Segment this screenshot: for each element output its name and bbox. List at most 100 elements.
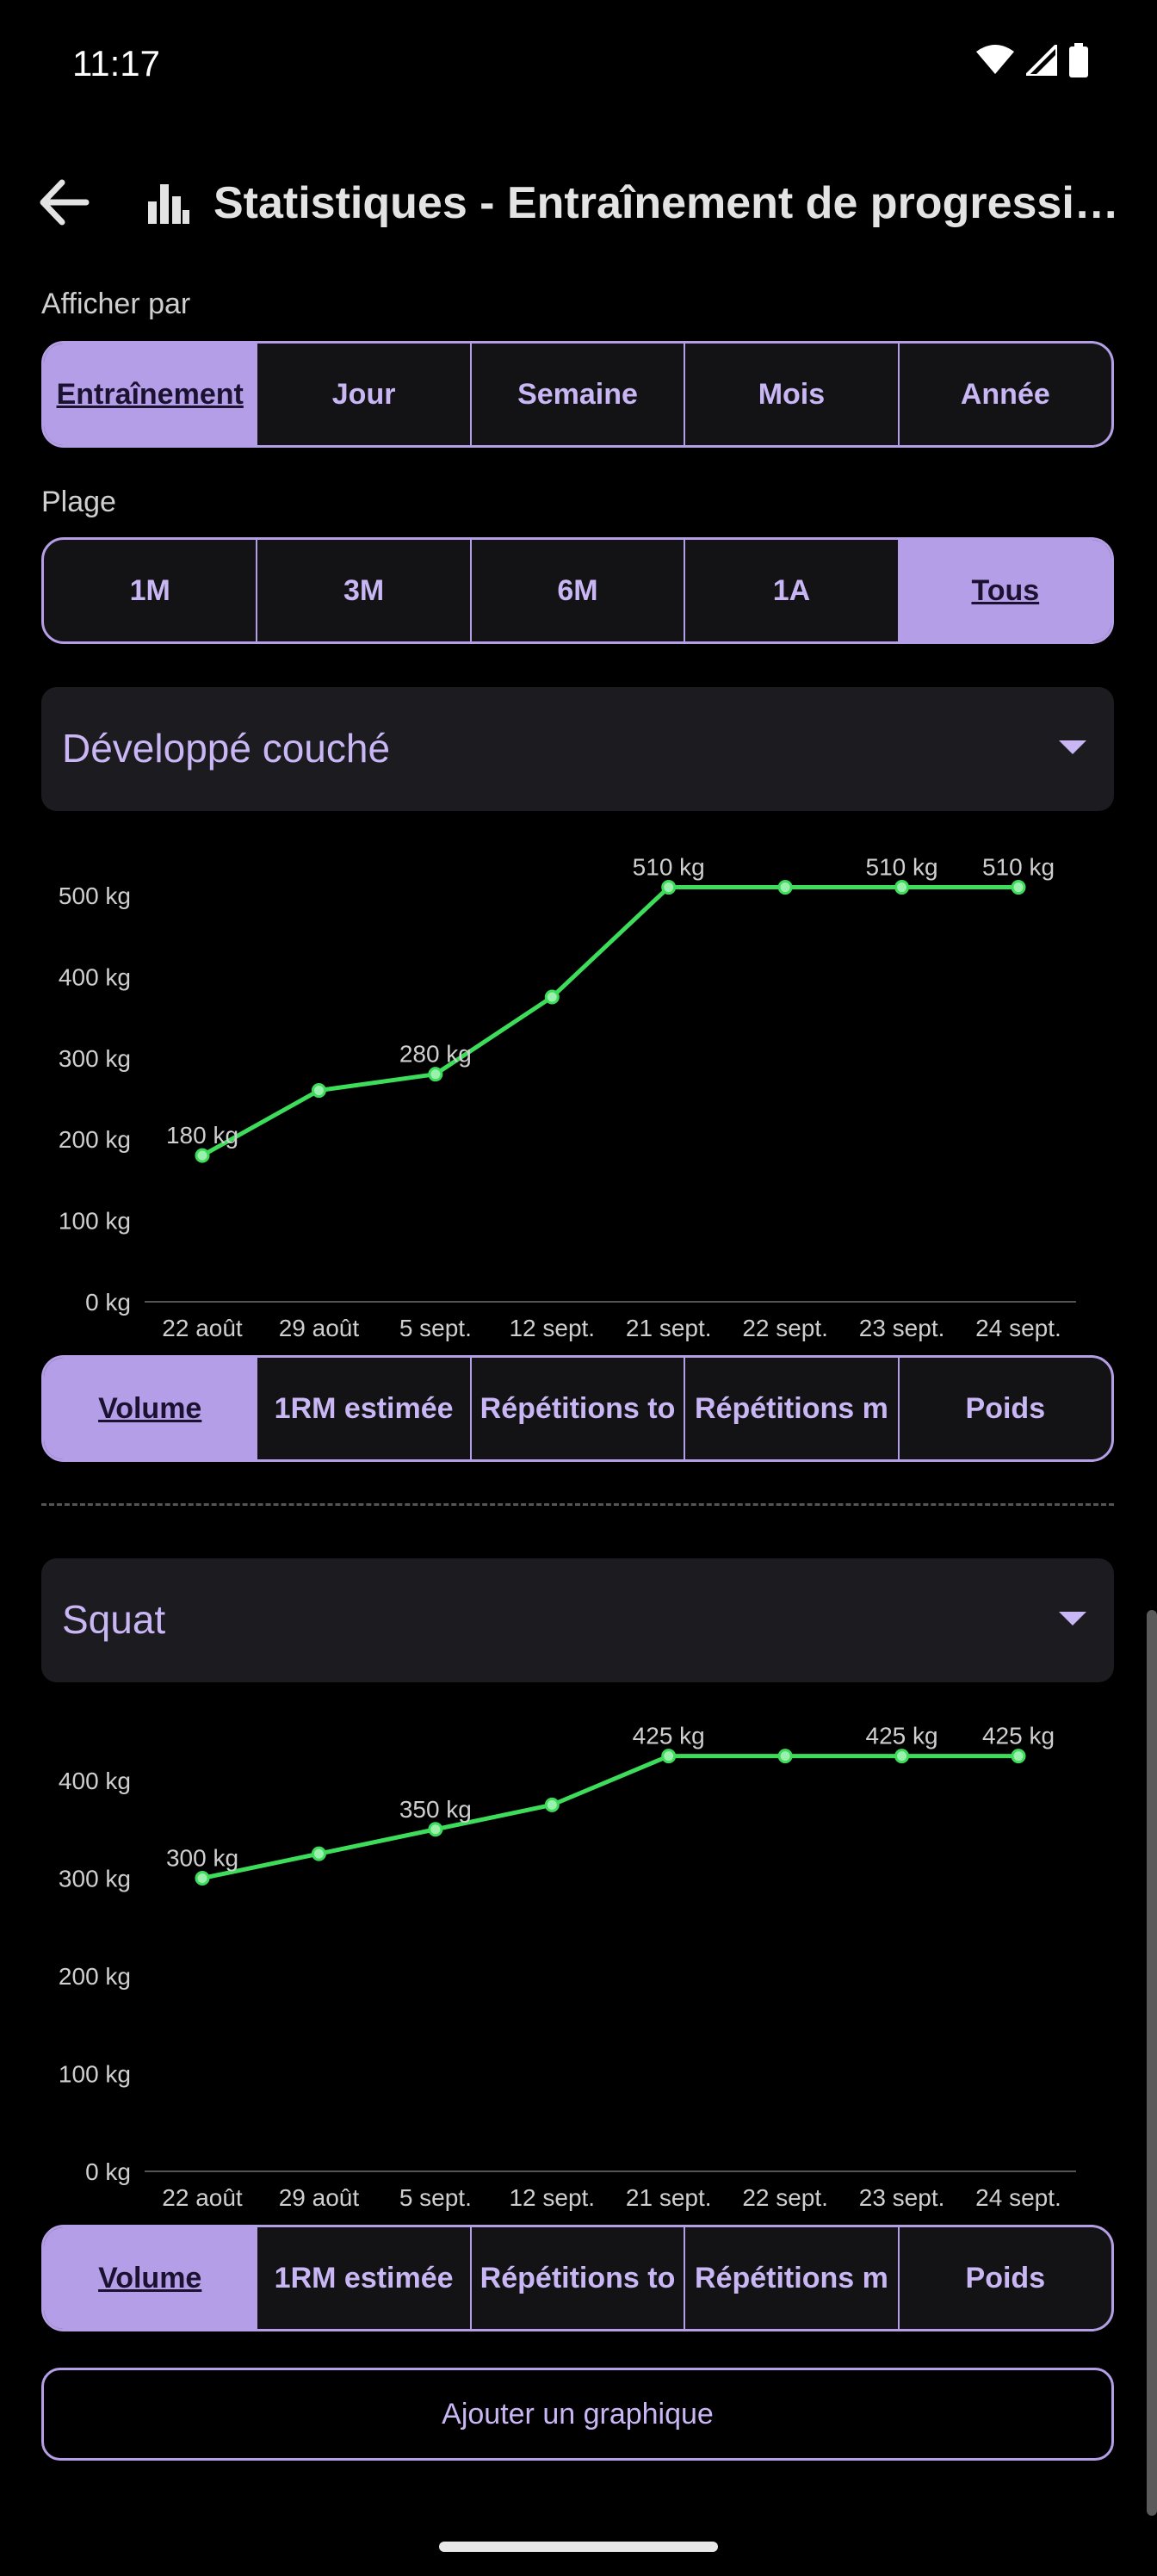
metric-option-reps-total[interactable]: Répétitions to <box>469 2227 684 2329</box>
metric-option-poids[interactable]: Poids <box>897 2227 1111 2329</box>
x-tick-label: 12 sept. <box>509 2184 595 2211</box>
view-by-label: Afficher par <box>41 288 191 320</box>
x-tick-label: 23 sept. <box>859 1315 945 1341</box>
data-point <box>195 1871 210 1886</box>
y-tick-label: 300 kg <box>59 1045 131 1072</box>
metric-option-volume[interactable]: Volume <box>44 2227 257 2329</box>
view-by-option-entrainement[interactable]: Entraînement <box>44 344 257 445</box>
data-label: 510 kg <box>866 854 938 881</box>
x-tick-label: 22 août <box>162 2184 243 2211</box>
home-indicator[interactable] <box>439 2542 718 2552</box>
metric-option-reps-max[interactable]: Répétitions m <box>684 2227 897 2329</box>
x-tick-label: 29 août <box>279 1315 360 1341</box>
back-arrow-icon[interactable] <box>34 172 95 232</box>
view-by-segmented: Entraînement Jour Semaine Mois Année <box>41 341 1114 448</box>
exercise-dropdown-2-value: Squat <box>62 1597 166 1642</box>
app-bar: Statistiques - Entraînement de progressi… <box>0 146 1157 258</box>
metric-option-poids[interactable]: Poids <box>897 1358 1111 1459</box>
metric-option-volume[interactable]: Volume <box>44 1358 257 1459</box>
x-tick-label: 23 sept. <box>859 2184 945 2211</box>
add-chart-button[interactable]: Ajouter un graphique <box>41 2368 1114 2461</box>
y-tick-label: 100 kg <box>59 1208 131 1235</box>
wifi-icon <box>976 45 1014 74</box>
metric-option-reps-max[interactable]: Répétitions m <box>684 1358 897 1459</box>
battery-icon <box>1069 43 1088 77</box>
y-tick-label: 500 kg <box>59 882 131 909</box>
dropdown-arrow-icon <box>1059 1612 1086 1625</box>
data-point <box>311 1083 326 1099</box>
data-point <box>661 880 677 895</box>
metric-segmented-2: Volume 1RM estimée Répétitions to Répéti… <box>41 2225 1114 2331</box>
range-option-1m[interactable]: 1M <box>44 540 256 641</box>
status-time: 11:17 <box>72 43 160 84</box>
x-tick-label: 21 sept. <box>626 2184 712 2211</box>
data-point <box>1011 880 1026 895</box>
data-point <box>1011 1749 1026 1764</box>
view-by-option-annee[interactable]: Année <box>897 344 1111 445</box>
x-tick-label: 21 sept. <box>626 1315 712 1341</box>
data-label: 425 kg <box>866 1723 938 1749</box>
y-tick-label: 200 kg <box>59 1126 131 1153</box>
range-option-6m[interactable]: 6M <box>469 540 684 641</box>
data-point <box>428 1067 443 1082</box>
range-label: Plage <box>41 486 116 518</box>
range-option-3m[interactable]: 3M <box>256 540 469 641</box>
section-divider <box>41 1503 1114 1506</box>
data-point <box>777 1749 793 1764</box>
data-point <box>894 1749 910 1764</box>
data-label: 425 kg <box>982 1723 1055 1749</box>
data-label: 510 kg <box>982 854 1055 881</box>
x-tick-label: 24 sept. <box>975 1315 1061 1341</box>
data-label: 510 kg <box>633 854 705 881</box>
y-tick-label: 400 kg <box>59 963 131 990</box>
range-option-1a[interactable]: 1A <box>684 540 897 641</box>
range-segmented: 1M 3M 6M 1A Tous <box>41 537 1114 644</box>
x-tick-label: 22 août <box>162 1315 243 1341</box>
exercise-dropdown-1-value: Développé couché <box>62 726 391 771</box>
exercise-chart-2: 0 kg 100 kg 200 kg 300 kg 400 kg 22 août 29 ao… <box>59 1723 1076 2211</box>
view-by-option-mois[interactable]: Mois <box>684 344 897 445</box>
y-tick-label: 100 kg <box>59 2061 131 2088</box>
exercise-dropdown-2[interactable]: Squat <box>41 1558 1114 1682</box>
exercise-chart-1: 0 kg 100 kg 200 kg 300 kg 400 kg 500 kg 22 aoû… <box>59 854 1076 1341</box>
page-title: Statistiques - Entraînement de progressi… <box>213 178 1126 228</box>
x-tick-label: 24 sept. <box>975 2184 1061 2211</box>
data-point <box>544 1797 560 1812</box>
data-point <box>661 1749 677 1764</box>
range-option-tous[interactable]: Tous <box>897 540 1111 641</box>
dropdown-arrow-icon <box>1059 740 1086 754</box>
x-tick-label: 12 sept. <box>509 1315 595 1341</box>
data-label: 350 kg <box>399 1796 472 1823</box>
metric-option-1rm[interactable]: 1RM estimée <box>256 1358 469 1459</box>
scrollbar[interactable] <box>1147 1610 1157 2516</box>
series-line <box>201 1754 1018 1880</box>
x-tick-label: 29 août <box>279 2184 360 2211</box>
data-point <box>894 880 910 895</box>
metric-option-reps-total[interactable]: Répétitions to <box>469 1358 684 1459</box>
x-tick-label: 22 sept. <box>742 1315 828 1341</box>
data-point <box>777 880 793 895</box>
y-tick-label: 0 kg <box>85 2158 131 2185</box>
data-label: 300 kg <box>166 1845 238 1872</box>
y-tick-label: 300 kg <box>59 1866 131 1892</box>
x-tick-label: 5 sept. <box>399 2184 472 2211</box>
view-by-option-semaine[interactable]: Semaine <box>469 344 684 445</box>
data-point <box>428 1822 443 1837</box>
data-label: 425 kg <box>633 1723 705 1749</box>
x-tick-label: 5 sept. <box>399 1315 472 1341</box>
series-line <box>201 885 1018 1158</box>
bar-chart-icon <box>148 184 189 224</box>
y-tick-label: 200 kg <box>59 1963 131 1990</box>
metric-option-1rm[interactable]: 1RM estimée <box>256 2227 469 2329</box>
signal-icon <box>1026 45 1057 76</box>
data-point <box>311 1846 326 1861</box>
x-tick-label: 22 sept. <box>742 2184 828 2211</box>
y-tick-label: 400 kg <box>59 1768 131 1794</box>
data-label: 180 kg <box>166 1122 238 1149</box>
view-by-option-jour[interactable]: Jour <box>256 344 469 445</box>
data-point <box>195 1148 210 1163</box>
exercise-dropdown-1[interactable]: Développé couché <box>41 687 1114 811</box>
metric-segmented-1: Volume 1RM estimée Répétitions to Répéti… <box>41 1355 1114 1462</box>
status-icons <box>976 43 1088 77</box>
data-label: 280 kg <box>399 1041 472 1068</box>
